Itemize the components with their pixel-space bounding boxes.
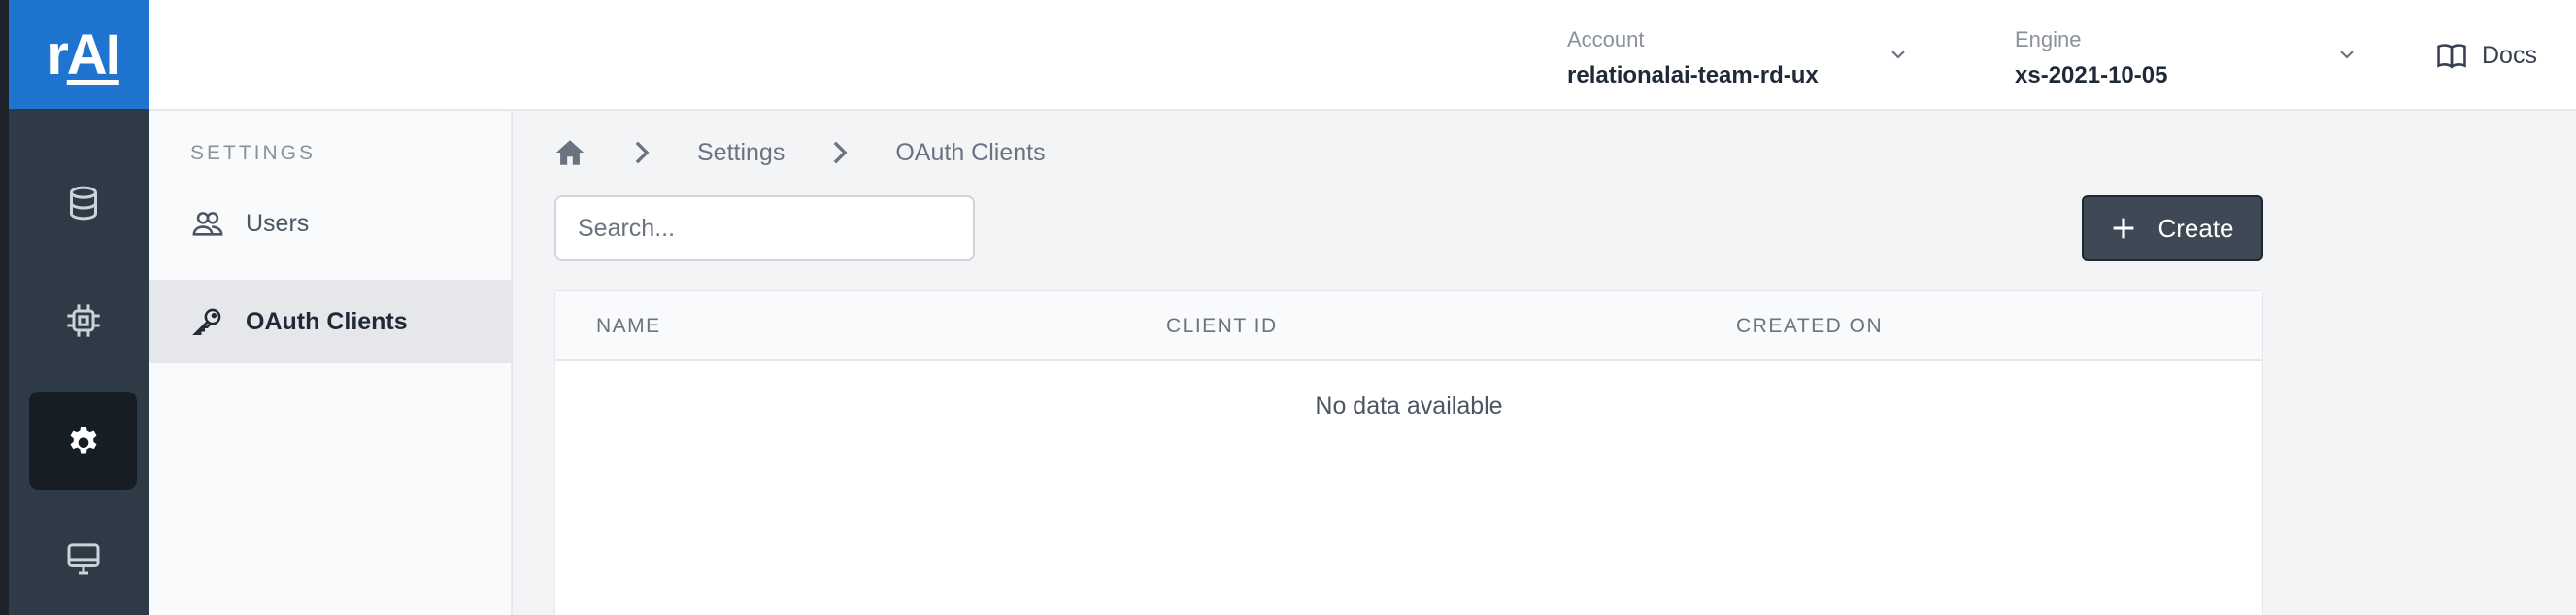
gear-icon [70,426,96,453]
rail-item-settings[interactable] [29,392,137,490]
logo[interactable]: r AI [9,0,157,109]
users-icon [192,212,223,236]
sidebar-title: SETTINGS [190,142,317,164]
engine-label: Engine [2015,27,2082,51]
column-header-name[interactable]: NAME [596,315,661,338]
sidebar-item-users[interactable]: Users [149,182,511,265]
search-input[interactable] [554,195,975,261]
breadcrumb: Settings OAuth Clients [553,136,1046,169]
plus-icon [2114,218,2134,239]
book-open-icon [2437,44,2466,69]
database-icon [69,186,97,220]
logo-text-ai: AI [66,22,121,86]
account-value: relationalai-team-rd-ux [1567,62,1819,88]
account-label: Account [1567,27,1645,51]
home-icon[interactable] [553,136,586,169]
app: r AI Account relationalai-team-rd-ux Eng… [0,0,2576,615]
column-header-client-id[interactable]: CLIENT ID [1166,315,1278,338]
empty-state-text: No data available [1315,393,1503,420]
chevron-down-icon[interactable] [2337,45,2357,64]
breadcrumb-settings[interactable]: Settings [697,139,785,167]
column-header-created-on[interactable]: CREATED ON [1736,315,1883,338]
table-header: NAME CLIENT ID CREATED ON [555,291,2262,361]
rail-item-databases[interactable] [29,154,137,252]
chevron-down-icon[interactable] [1889,45,1908,64]
top-header: Account relationalai-team-rd-ux Engine x… [149,0,2576,111]
chevron-right-icon [834,141,848,164]
sidebar-item-oauth-clients[interactable]: OAuth Clients [149,280,511,363]
logo-text-r: r [47,22,69,86]
engine-value: xs-2021-10-05 [2015,62,2168,88]
create-button[interactable]: Create [2082,195,2263,261]
docs-link[interactable]: Docs [2435,39,2537,72]
rail-item-engines[interactable] [29,271,137,369]
breadcrumb-oauth-clients: OAuth Clients [895,138,1046,166]
sidebar-item-label: OAuth Clients [246,307,408,335]
create-button-label: Create [2158,213,2234,243]
nav-rail: r AI [0,0,157,615]
chevron-right-icon [635,141,650,164]
oauth-clients-table: NAME CLIENT ID CREATED ON No data availa… [554,290,2263,615]
rail-item-console[interactable] [29,509,137,607]
key-icon [192,308,221,336]
engine-selector[interactable]: Engine xs-2021-10-05 [2015,27,2167,89]
docs-label: Docs [2482,41,2537,69]
monitor-icon [67,542,99,574]
account-selector[interactable]: Account relationalai-team-rd-ux [1567,27,1819,89]
chip-icon [66,303,100,337]
sidebar-item-label: Users [246,209,310,237]
settings-sidebar: SETTINGS Users OAuth Clients [149,111,513,615]
